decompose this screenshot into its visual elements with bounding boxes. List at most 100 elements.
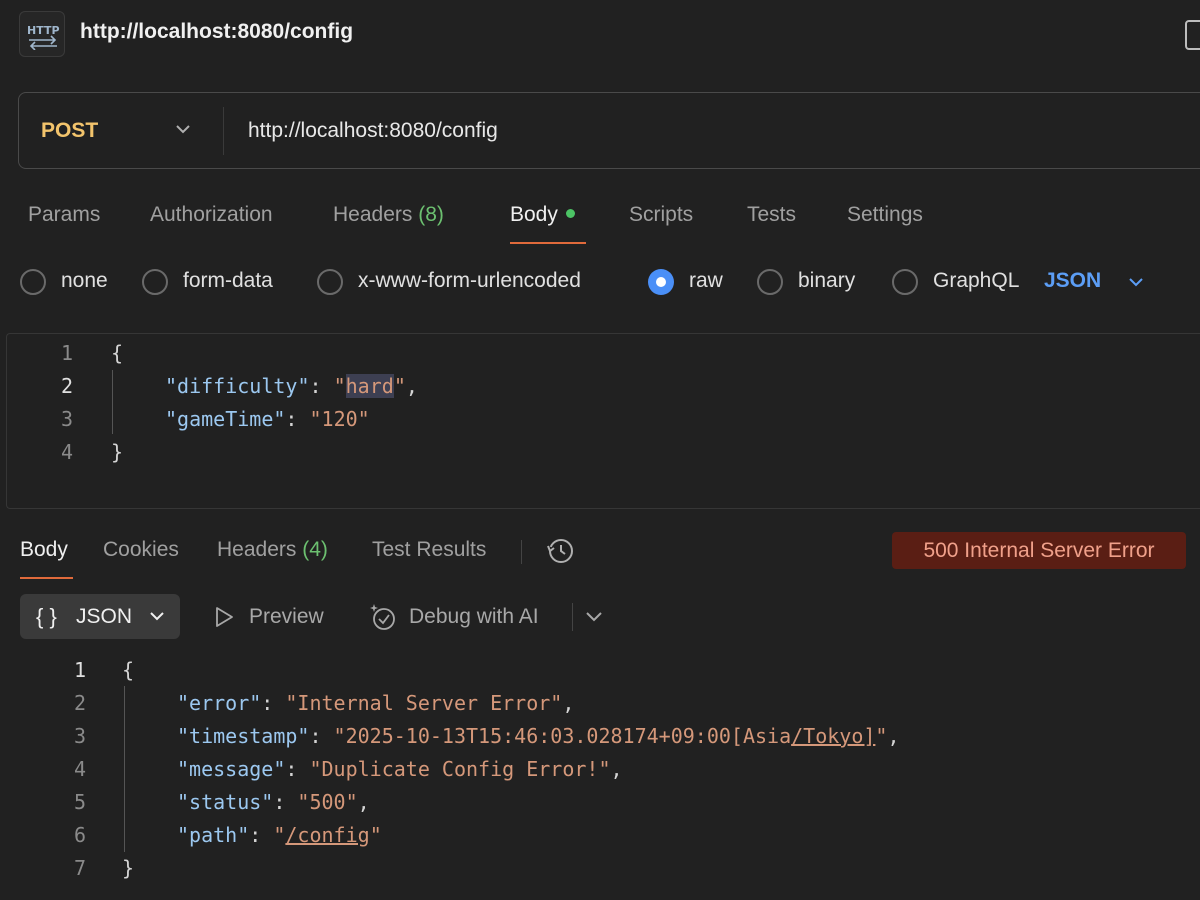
request-body-editor[interactable]: 1 2 3 4 { "difficulty": "hard", "gameTim…	[6, 333, 1200, 509]
title-bar: HTTP http://localhost:8080/config	[0, 0, 1200, 72]
tab-test-results[interactable]: Test Results	[372, 538, 486, 562]
tab-label: Body	[510, 203, 558, 226]
tab-label: Headers	[333, 203, 413, 226]
json-key: "error"	[177, 691, 262, 715]
json-key: "difficulty"	[165, 374, 310, 398]
indent-guide	[124, 686, 125, 852]
layout-icon[interactable]	[1185, 20, 1200, 50]
line-number: 6	[73, 823, 86, 847]
tab-label: Settings	[847, 203, 923, 226]
radio-urlencoded[interactable]	[317, 269, 343, 295]
radio-none[interactable]	[20, 269, 46, 295]
code-line: }	[111, 440, 124, 464]
tab-response-headers[interactable]: Headers (4)	[217, 538, 328, 562]
line-number: 7	[73, 856, 86, 880]
code-line: {	[122, 658, 135, 682]
tab-label: Authorization	[150, 203, 273, 226]
tab-tests[interactable]: Tests	[747, 203, 796, 227]
json-punct: ,	[887, 724, 900, 748]
page-title: http://localhost:8080/config	[80, 20, 354, 43]
radio-label-binary: binary	[798, 269, 856, 292]
braces-icon: { }	[36, 604, 57, 629]
json-key: "message"	[177, 757, 286, 781]
body-type-options: none form-data x-www-form-urlencoded raw…	[0, 264, 1200, 304]
line-number: 1	[73, 658, 86, 682]
radio-label-none: none	[61, 269, 108, 292]
headers-count: (8)	[418, 203, 444, 226]
json-key: "path"	[177, 823, 250, 847]
radio-label-form-data: form-data	[183, 269, 273, 292]
divider	[521, 540, 522, 564]
code-line: {	[111, 341, 124, 365]
tab-label: Cookies	[103, 538, 179, 561]
active-tab-indicator	[20, 577, 73, 579]
json-value: "	[369, 823, 382, 847]
radio-label-graphql: GraphQL	[933, 269, 1020, 292]
chevron-down-icon[interactable]	[174, 119, 192, 139]
tab-body[interactable]: Body	[510, 203, 575, 227]
json-key: "timestamp"	[177, 724, 310, 748]
line-number: 4	[60, 440, 73, 464]
tab-cookies[interactable]: Cookies	[103, 538, 179, 562]
code-line: "message": "Duplicate Config Error!",	[177, 757, 623, 781]
code-line: "difficulty": "hard",	[165, 374, 418, 398]
tab-settings[interactable]: Settings	[847, 203, 923, 227]
code-line: "status": "500",	[177, 790, 370, 814]
indent-guide	[112, 370, 113, 434]
json-link[interactable]: /config	[285, 823, 369, 847]
response-format-select[interactable]: { } JSON	[20, 594, 180, 639]
line-number: 4	[73, 757, 86, 781]
divider	[572, 603, 573, 631]
tab-authorization[interactable]: Authorization	[150, 203, 273, 227]
preview-button[interactable]: Preview	[249, 605, 324, 629]
debug-with-ai-button[interactable]: Debug with AI	[409, 605, 539, 629]
method-select[interactable]: POST	[41, 119, 98, 143]
code-line: "error": "Internal Server Error",	[177, 691, 575, 715]
raw-format-select[interactable]: JSON	[1044, 269, 1101, 293]
radio-label-urlencoded: x-www-form-urlencoded	[358, 269, 581, 292]
code-line: }	[122, 856, 135, 880]
json-punct: ,	[357, 790, 370, 814]
tab-label: Tests	[747, 203, 797, 226]
json-key: "status"	[177, 790, 274, 814]
radio-raw[interactable]	[648, 269, 674, 295]
tab-scripts[interactable]: Scripts	[629, 203, 693, 227]
json-value: "500"	[297, 790, 358, 814]
line-number: 2	[60, 374, 73, 398]
tab-response-body[interactable]: Body	[20, 538, 68, 562]
ai-debug-icon[interactable]	[368, 601, 400, 633]
tab-label: Test Results	[372, 538, 487, 561]
line-number: 3	[60, 407, 73, 431]
tab-headers[interactable]: Headers (8)	[333, 203, 444, 227]
radio-graphql[interactable]	[892, 269, 918, 295]
modified-dot-icon	[565, 208, 575, 218]
radio-form-data[interactable]	[142, 269, 168, 295]
json-link[interactable]: /Tokyo]	[791, 724, 875, 748]
response-body-viewer[interactable]: 1 2 3 4 5 6 7 { "error": "Internal Serve…	[0, 650, 1200, 900]
chevron-down-icon[interactable]	[1127, 273, 1145, 293]
json-value: "120"	[309, 407, 370, 431]
json-value: "Duplicate Config Error!"	[309, 757, 611, 781]
json-punct: ,	[562, 691, 575, 715]
line-number: 2	[73, 691, 86, 715]
code-line: "path": "/config"	[177, 823, 382, 847]
chevron-down-icon	[150, 612, 164, 621]
status-badge: 500 Internal Server Error	[892, 532, 1186, 569]
headers-count: (4)	[302, 538, 328, 561]
play-icon[interactable]	[213, 605, 235, 629]
json-punct: ,	[405, 374, 418, 398]
divider	[223, 107, 224, 155]
chevron-down-icon[interactable]	[584, 609, 604, 625]
tab-params[interactable]: Params	[28, 203, 100, 227]
line-number: 5	[73, 790, 86, 814]
line-number: 1	[60, 341, 73, 365]
code-line: "timestamp": "2025-10-13T15:46:03.028174…	[177, 724, 900, 748]
json-value: "	[273, 823, 286, 847]
json-value: "	[333, 374, 346, 398]
json-value: "	[875, 724, 888, 748]
svg-text:HTTP: HTTP	[27, 24, 60, 37]
http-icon: HTTP	[19, 11, 65, 57]
history-icon[interactable]	[545, 536, 577, 566]
radio-binary[interactable]	[757, 269, 783, 295]
url-input[interactable]: http://localhost:8080/config	[248, 119, 498, 143]
